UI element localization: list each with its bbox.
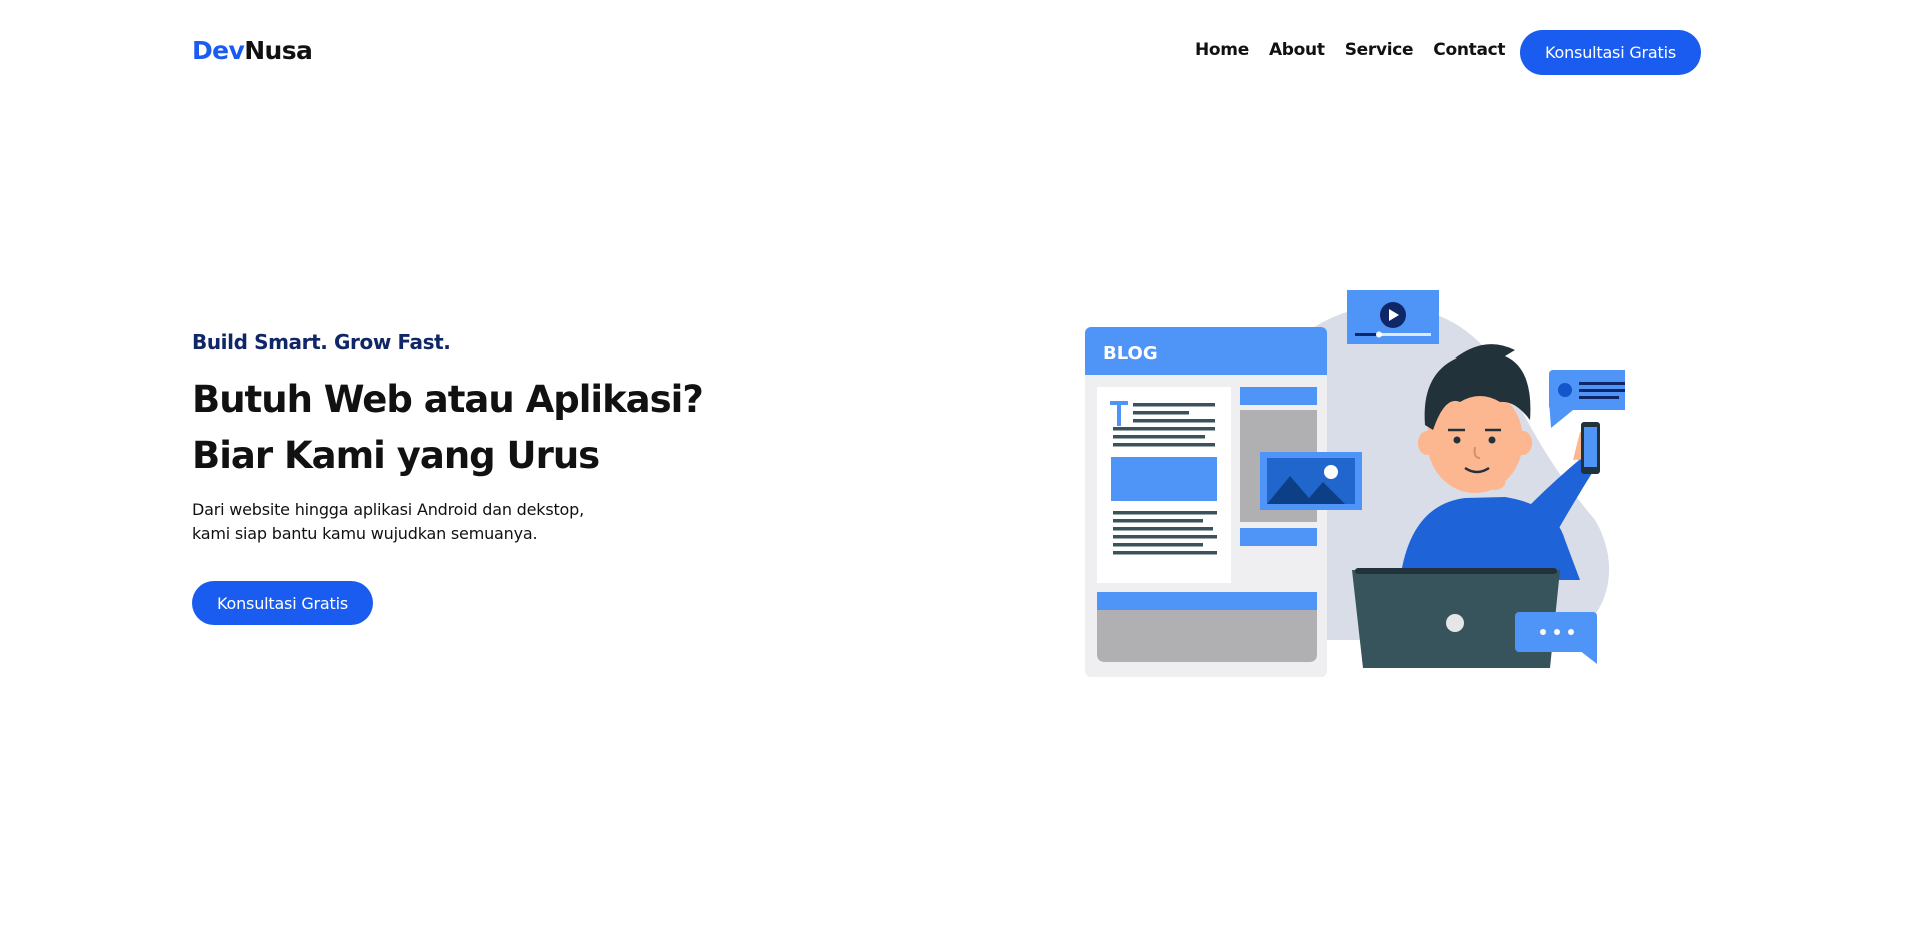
- navbar: DevNusa Home About Service Contact Konsu…: [0, 0, 1905, 104]
- nav-consult-button[interactable]: Konsultasi Gratis: [1520, 30, 1701, 75]
- hero-headline: Butuh Web atau Aplikasi? Biar Kami yang …: [192, 372, 752, 484]
- hero-text: Build Smart. Grow Fast. Butuh Web atau A…: [192, 330, 752, 546]
- nav-link-about[interactable]: About: [1269, 40, 1325, 60]
- brand-logo[interactable]: DevNusa: [192, 36, 313, 65]
- nav-links: Home About Service Contact: [1195, 40, 1506, 60]
- hero-subtext: Dari website hingga aplikasi Android dan…: [192, 498, 752, 546]
- video-icon: [1347, 290, 1439, 344]
- hero-illustration: BLOG: [1085, 290, 1625, 677]
- brand-logo-dev: Dev: [192, 36, 245, 65]
- hero-subtext-line1: Dari website hingga aplikasi Android dan…: [192, 500, 584, 519]
- blog-label: BLOG: [1103, 343, 1158, 364]
- phone-icon: [1581, 422, 1600, 474]
- hero-consult-button[interactable]: Konsultasi Gratis: [192, 581, 373, 625]
- quote-chat-bubble-icon: [1549, 370, 1625, 428]
- hero-subtext-line2: kami siap bantu kamu wujudkan semuanya.: [192, 524, 538, 543]
- hero-headline-line1: Butuh Web atau Aplikasi?: [192, 378, 704, 421]
- brand-logo-nusa: Nusa: [244, 36, 313, 65]
- hero-headline-line2: Biar Kami yang Urus: [192, 434, 600, 477]
- hero-tagline: Build Smart. Grow Fast.: [192, 330, 451, 354]
- nav-link-contact[interactable]: Contact: [1433, 40, 1505, 60]
- image-icon: [1260, 452, 1362, 510]
- nav-link-home[interactable]: Home: [1195, 40, 1249, 60]
- nav-link-service[interactable]: Service: [1345, 40, 1414, 60]
